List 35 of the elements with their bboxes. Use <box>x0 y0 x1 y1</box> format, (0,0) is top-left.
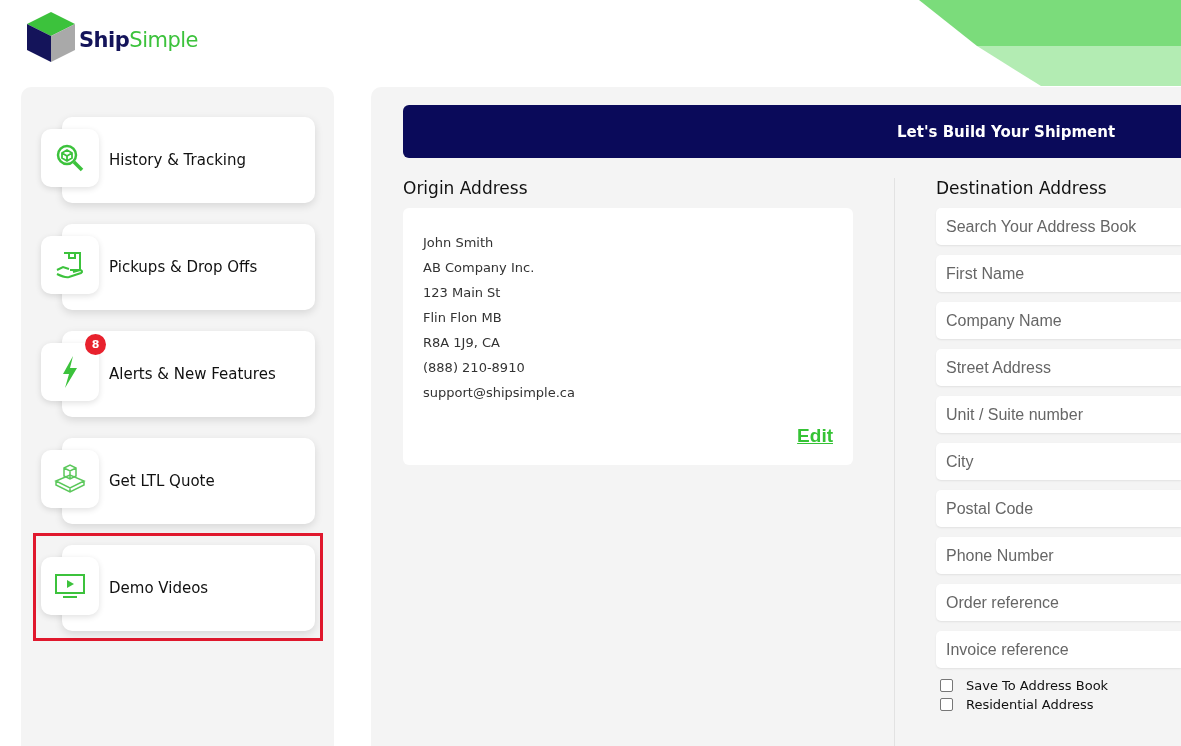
logo-text: ShipSimple <box>79 28 199 52</box>
address-line: R8A 1J9, CA <box>423 334 501 352</box>
header-title: Let's Build Your Shipment <box>897 122 1116 141</box>
input-field[interactable]: Unit / Suite number <box>936 396 1181 433</box>
address-line: Flin Flon MB <box>423 309 503 327</box>
pallet-boxes-icon <box>54 464 86 494</box>
section-title: Destination Address <box>936 178 1108 198</box>
nav-item[interactable]: History & Tracking <box>62 117 315 203</box>
input-field[interactable]: Invoice reference <box>936 631 1181 668</box>
video-play-icon <box>54 573 86 599</box>
address-line: support@shipsimple.ca <box>423 384 576 402</box>
input-field[interactable]: Postal Code <box>936 490 1181 527</box>
cube-logo-icon <box>27 12 75 62</box>
address-line: 123 Main St <box>423 284 502 302</box>
nav-item[interactable]: Pickups & Drop Offs <box>62 224 315 310</box>
section-title: Origin Address <box>403 178 529 198</box>
address-line: John Smith <box>423 234 495 252</box>
input-field[interactable]: Street Address <box>936 349 1181 386</box>
input-field[interactable]: City <box>936 443 1181 480</box>
checkbox[interactable] <box>940 679 953 692</box>
hand-package-icon <box>55 250 85 280</box>
input-field[interactable]: Order reference <box>936 584 1181 621</box>
checkbox[interactable] <box>940 698 953 711</box>
input-field[interactable]: Phone Number <box>936 537 1181 574</box>
magnifier-box-icon <box>55 143 85 173</box>
checkbox-label: Save To Address Book <box>966 677 1109 695</box>
input-field[interactable]: Search Your Address Book <box>936 208 1181 245</box>
checkbox-label: Residential Address <box>966 696 1094 714</box>
address-line: (888) 210-8910 <box>423 359 526 377</box>
lightning-icon <box>61 356 79 388</box>
input-field[interactable]: First Name <box>936 255 1181 292</box>
nav-item[interactable]: Demo Videos <box>62 545 315 631</box>
address-line: AB Company Inc. <box>423 259 536 277</box>
input-field[interactable]: Company Name <box>936 302 1181 339</box>
nav-item[interactable]: Get LTL Quote <box>62 438 315 524</box>
